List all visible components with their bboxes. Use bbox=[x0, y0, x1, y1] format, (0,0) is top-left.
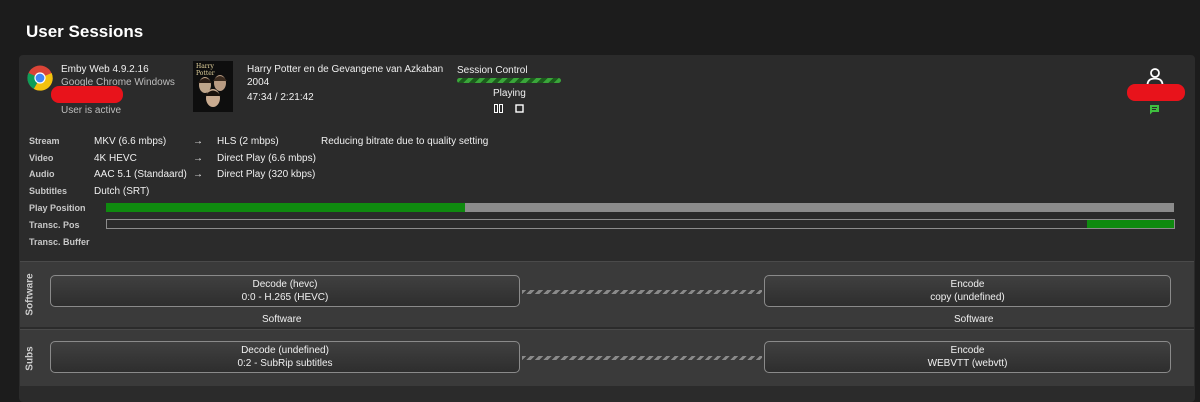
audio-arrow: → bbox=[193, 169, 203, 180]
stream-arrow: → bbox=[193, 136, 203, 147]
video-arrow: → bbox=[193, 153, 203, 164]
pause-button[interactable] bbox=[493, 103, 504, 114]
stream-note: Reducing bitrate due to quality setting bbox=[321, 136, 489, 147]
audio-source: AAC 5.1 (Standaard) bbox=[94, 169, 187, 180]
software-encode-caption: Software bbox=[954, 314, 994, 325]
user-status: User is active bbox=[61, 105, 122, 116]
pause-icon bbox=[494, 104, 503, 113]
playback-state: Playing bbox=[493, 88, 526, 99]
subs-encode-detail: WEBVTT (webvtt) bbox=[927, 358, 1008, 369]
stream-label: Stream bbox=[29, 136, 60, 146]
subs-encode-title: Encode bbox=[950, 345, 985, 356]
subs-decode-box[interactable]: Decode (undefined) 0:2 - SubRip subtitle… bbox=[50, 341, 520, 373]
session-control-label: Session Control bbox=[457, 65, 528, 76]
movie-poster[interactable]: Harry Potter bbox=[193, 61, 233, 112]
media-time: 47:34 / 2:21:42 bbox=[247, 92, 314, 103]
session-progress-bar bbox=[457, 78, 561, 83]
play-position-fill bbox=[106, 203, 465, 212]
subs-lane: Subs Decode (undefined) 0:2 - SubRip sub… bbox=[20, 329, 1194, 386]
play-position-label: Play Position bbox=[29, 203, 86, 213]
software-connector bbox=[522, 290, 762, 294]
play-position-bar[interactable] bbox=[106, 203, 1174, 212]
subtitles-source: Dutch (SRT) bbox=[94, 186, 150, 197]
audio-label: Audio bbox=[29, 169, 55, 179]
subs-lane-label: Subs bbox=[24, 345, 36, 371]
software-decode-title: Decode (hevc) bbox=[252, 279, 318, 290]
video-source: 4K HEVC bbox=[94, 153, 137, 164]
media-title[interactable]: Harry Potter en de Gevangene van Azkaban bbox=[247, 64, 443, 75]
redaction-mark bbox=[1127, 84, 1185, 101]
transcode-position-bar bbox=[106, 219, 1175, 229]
client-name: Emby Web 4.9.2.16 bbox=[61, 64, 149, 75]
stop-icon bbox=[515, 104, 524, 113]
software-decode-box[interactable]: Decode (hevc) 0:0 - H.265 (HEVC) bbox=[50, 275, 520, 307]
subs-connector bbox=[522, 356, 762, 360]
transcode-position-fill bbox=[1086, 220, 1174, 228]
software-decode-caption: Software bbox=[262, 314, 302, 325]
software-decode-detail: 0:0 - H.265 (HEVC) bbox=[241, 292, 329, 303]
software-lane-label: Software bbox=[24, 273, 36, 316]
subs-encode-box[interactable]: Encode WEBVTT (webvtt) bbox=[764, 341, 1171, 373]
subtitles-label: Subtitles bbox=[29, 186, 68, 196]
stream-source: MKV (6.6 mbps) bbox=[94, 136, 167, 147]
redaction-mark bbox=[51, 86, 123, 103]
video-target: Direct Play (6.6 mbps) bbox=[217, 153, 316, 164]
chrome-icon bbox=[27, 65, 53, 91]
software-encode-title: Encode bbox=[950, 279, 985, 290]
stream-target: HLS (2 mbps) bbox=[217, 136, 279, 147]
transc-pos-label: Transc. Pos bbox=[29, 220, 80, 230]
software-encode-detail: copy (undefined) bbox=[930, 292, 1005, 303]
video-label: Video bbox=[29, 153, 54, 163]
software-lane: Software Decode (hevc) 0:0 - H.265 (HEVC… bbox=[20, 261, 1194, 327]
audio-target: Direct Play (320 kbps) bbox=[217, 169, 316, 180]
session-card: Emby Web 4.9.2.16 Google Chrome Windows … bbox=[19, 55, 1195, 402]
software-encode-box[interactable]: Encode copy (undefined) bbox=[764, 275, 1171, 307]
message-icon[interactable] bbox=[1149, 104, 1160, 115]
stop-button[interactable] bbox=[514, 103, 525, 114]
subs-decode-title: Decode (undefined) bbox=[241, 345, 329, 356]
subs-decode-detail: 0:2 - SubRip subtitles bbox=[237, 358, 333, 369]
transc-buffer-label: Transc. Buffer bbox=[29, 237, 90, 247]
media-year: 2004 bbox=[247, 77, 270, 88]
page-title: User Sessions bbox=[26, 22, 144, 41]
poster-faces bbox=[198, 75, 227, 107]
